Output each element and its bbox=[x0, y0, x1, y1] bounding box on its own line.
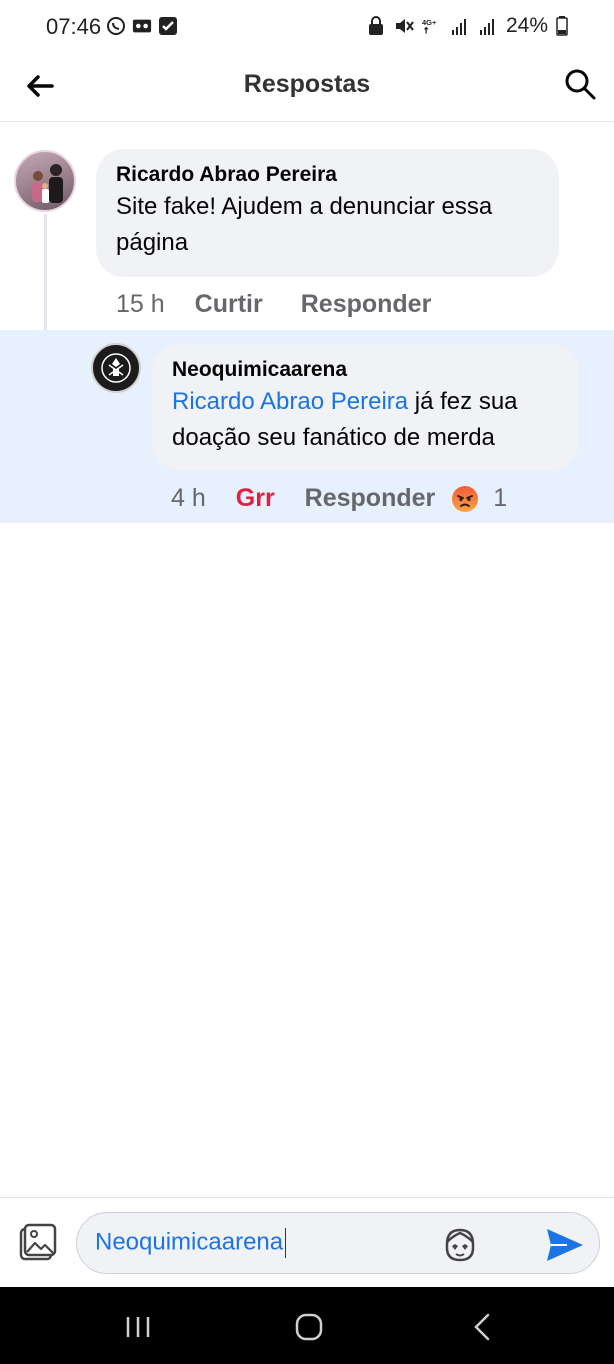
system-nav-bar bbox=[0, 1287, 614, 1364]
battery-icon bbox=[556, 16, 568, 36]
status-time: 07:46 bbox=[46, 14, 102, 39]
mute-icon bbox=[395, 19, 414, 33]
text-caret bbox=[285, 1228, 287, 1258]
recent-apps-icon[interactable] bbox=[118, 1309, 158, 1345]
reply-time: 4 h bbox=[171, 484, 206, 512]
page-title: Respostas bbox=[243, 70, 371, 98]
check-box-icon bbox=[159, 17, 177, 35]
back-nav-icon[interactable] bbox=[462, 1309, 502, 1345]
battery-percent: 24% bbox=[505, 14, 548, 37]
reply-button[interactable]: Responder bbox=[305, 484, 436, 513]
comment-bubble[interactable]: Ricardo Abrao Pereira Site fake! Ajudem … bbox=[96, 149, 559, 277]
reply-actions: 4 h Grr Responder 1 bbox=[171, 484, 507, 513]
comment-composer: Neoquimicaarena bbox=[0, 1197, 614, 1287]
angry-reaction-icon[interactable] bbox=[451, 485, 479, 513]
status-bar: 07:46 4G+ 24% bbox=[0, 0, 614, 56]
reaction-count[interactable]: 1 bbox=[493, 484, 507, 513]
profile-photo-icon bbox=[32, 164, 63, 203]
input-value: Neoquimicaarena bbox=[95, 1228, 284, 1256]
voicemail-icon bbox=[132, 19, 152, 33]
avatar-sticker-icon[interactable] bbox=[439, 1224, 481, 1266]
photo-icon[interactable] bbox=[16, 1222, 60, 1266]
header: Respostas bbox=[0, 56, 614, 122]
comment-text: Site fake! Ajudem a denunciar essa págin… bbox=[116, 193, 493, 256]
comment-actions: 15 h Curtir Responder bbox=[116, 290, 431, 319]
like-button[interactable]: Curtir bbox=[195, 290, 263, 319]
comment-input[interactable]: Neoquimicaarena bbox=[76, 1212, 600, 1274]
club-crest-icon bbox=[101, 353, 131, 383]
comment-time: 15 h bbox=[116, 290, 165, 318]
send-icon[interactable] bbox=[543, 1223, 587, 1267]
reply-bubble[interactable]: Neoquimicaarena Ricardo Abrao Pereira já… bbox=[152, 344, 579, 470]
home-icon[interactable] bbox=[289, 1309, 329, 1345]
reply-author[interactable]: Neoquimicaarena bbox=[172, 358, 559, 382]
network-icon: 4G+ bbox=[422, 18, 437, 34]
reply-button[interactable]: Responder bbox=[301, 290, 432, 319]
mention-link[interactable]: Ricardo Abrao Pereira bbox=[172, 388, 408, 415]
whatsapp-icon bbox=[107, 17, 125, 35]
svg-text:4G+: 4G+ bbox=[422, 18, 437, 27]
signal-icon-2 bbox=[479, 19, 494, 35]
signal-icon bbox=[451, 19, 466, 35]
reaction-button[interactable]: Grr bbox=[236, 484, 275, 513]
comment-input-text[interactable]: Neoquimicaarena bbox=[95, 1228, 287, 1258]
avatar[interactable] bbox=[14, 150, 76, 212]
search-icon[interactable] bbox=[562, 66, 598, 102]
comment-author[interactable]: Ricardo Abrao Pereira bbox=[116, 163, 539, 187]
avatar[interactable] bbox=[91, 343, 141, 393]
reply-text: Ricardo Abrao Pereira já fez sua doação … bbox=[172, 384, 559, 456]
lock-icon bbox=[368, 16, 383, 35]
